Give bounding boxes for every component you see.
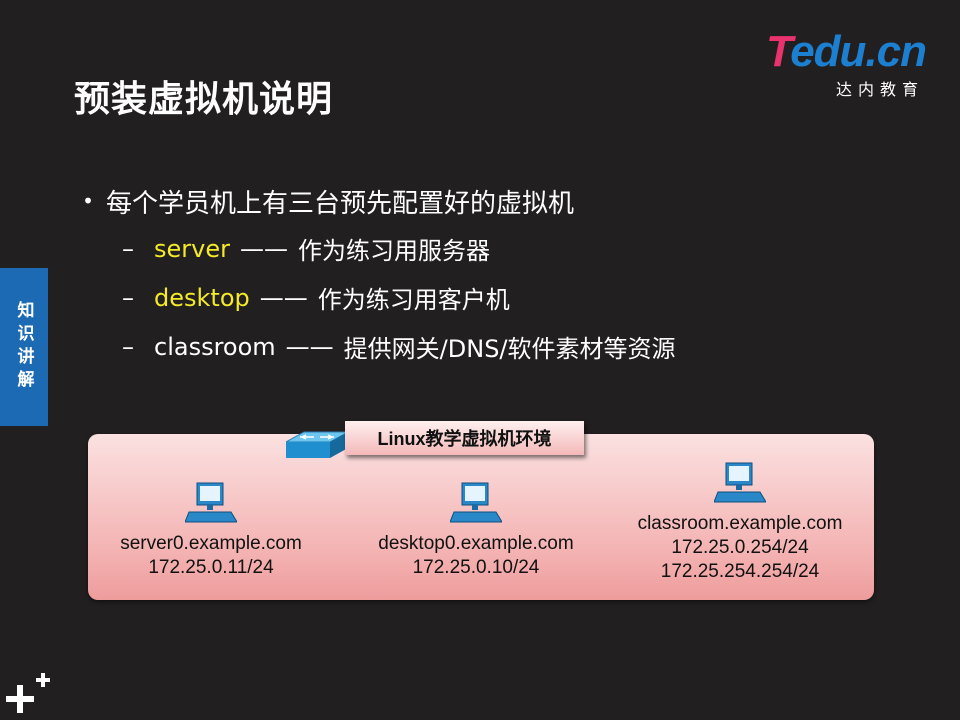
bullet-list: • 每个学员机上有三台预先配置好的虚拟机 – server —— 作为练习用服务…	[70, 178, 676, 371]
side-tab-label: 知识讲解	[13, 301, 34, 393]
bullet-dot-icon: •	[82, 189, 94, 213]
hostname: classroom.example.com	[637, 513, 843, 534]
sub-bullet-server: – server —— 作为练习用服务器	[70, 224, 676, 273]
vm-description: 提供网关/DNS/软件素材等资源	[343, 335, 676, 363]
host-classroom: classroom.example.com 172.25.0.254/24 17…	[610, 462, 870, 584]
tedu-logo: Tedu.cn 达内教育	[746, 27, 927, 100]
ip-address: 172.25.0.10/24	[412, 557, 540, 578]
plus-icon	[6, 673, 50, 713]
vm-name: server	[154, 234, 230, 263]
ip-address: 172.25.0.254/24	[671, 537, 809, 558]
sub-bullet-classroom: – classroom —— 提供网关/DNS/软件素材等资源	[70, 322, 676, 371]
separator: ——	[285, 332, 334, 361]
vm-name: classroom	[154, 332, 276, 361]
computer-icon	[714, 462, 766, 503]
computer-icon	[450, 482, 502, 523]
side-tab: 知识讲解	[0, 268, 48, 426]
sub-bullet-desktop: – desktop —— 作为练习用客户机	[70, 273, 676, 322]
hostname: server0.example.com	[120, 533, 302, 554]
logo-mark: Tedu.cn	[765, 27, 927, 76]
vm-name: desktop	[154, 283, 250, 312]
host-server: server0.example.com 172.25.0.11/24	[100, 482, 322, 580]
separator: ——	[239, 234, 288, 263]
separator: ——	[259, 283, 308, 312]
computer-icon	[185, 482, 237, 523]
main-bullet-text: 每个学员机上有三台预先配置好的虚拟机	[106, 188, 575, 219]
ip-address: 172.25.0.11/24	[148, 557, 274, 578]
vm-description: 作为练习用客户机	[317, 286, 510, 314]
network-switch-icon	[286, 431, 348, 458]
dash-icon: –	[122, 283, 134, 312]
hostname: desktop0.example.com	[378, 533, 574, 554]
main-bullet: • 每个学员机上有三台预先配置好的虚拟机	[70, 178, 676, 224]
logo-subtitle: 达内教育	[835, 80, 924, 99]
dash-icon: –	[122, 234, 134, 263]
vm-description: 作为练习用服务器	[297, 237, 490, 265]
ip-address: 172.25.254.254/24	[660, 561, 820, 582]
network-label: Linux教学虚拟机环境	[345, 421, 584, 455]
dash-icon: –	[122, 332, 134, 361]
host-desktop: desktop0.example.com 172.25.0.10/24	[356, 482, 596, 580]
page-title: 预装虚拟机说明	[74, 79, 334, 120]
slide: Tedu.cn 达内教育 预装虚拟机说明 知识讲解 • 每个学员机上有三台预先配…	[0, 0, 960, 720]
